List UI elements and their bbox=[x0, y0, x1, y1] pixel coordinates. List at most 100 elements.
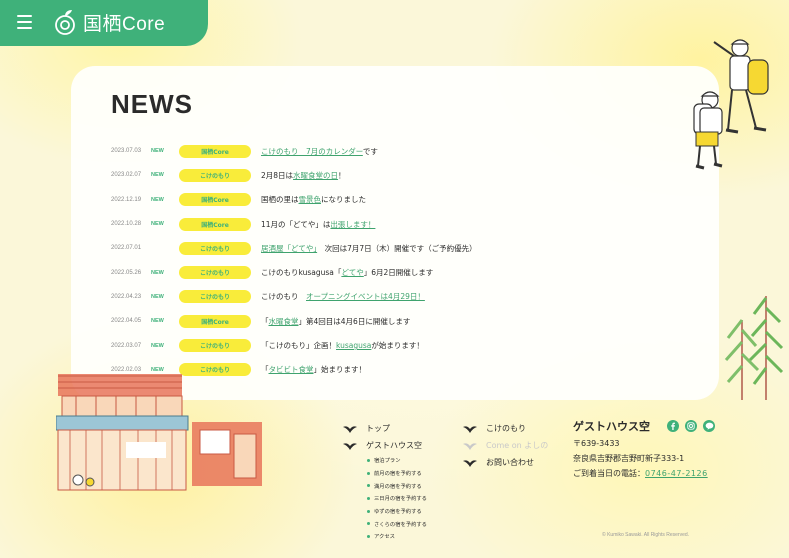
sub-nav-item[interactable]: 宿泊プラン bbox=[367, 454, 427, 467]
news-headline: こけのもり 7月のカレンダーです bbox=[261, 146, 378, 157]
sub-nav-label: 宿泊プラン bbox=[374, 458, 401, 465]
hiking-kids-illustration bbox=[693, 39, 769, 170]
news-headline-post: が始まります！ bbox=[371, 341, 424, 351]
news-headline-link[interactable]: 雪景色 bbox=[299, 195, 322, 204]
news-item[interactable]: 2022.03.07 NEW こけのもり 「こけのもり」企画！kusagusaが始まり… bbox=[111, 333, 671, 357]
sub-nav-item[interactable]: アクセス bbox=[367, 530, 427, 543]
news-headline-post: です bbox=[362, 146, 378, 156]
news-category-tag: こけのもり bbox=[179, 168, 251, 182]
news-headline-post: になりました bbox=[321, 195, 366, 205]
news-headline-link[interactable]: 居酒屋「どてや」 bbox=[261, 244, 317, 253]
news-date: 2023.07.03 bbox=[111, 148, 142, 155]
nav-item-kokenomori[interactable]: こけのもり bbox=[463, 420, 548, 437]
news-category-tag: 国栖Core bbox=[179, 193, 251, 207]
nav-item-top[interactable]: トップ bbox=[343, 420, 427, 437]
news-headline-pre: 11月の「どてや」は bbox=[261, 219, 331, 229]
nav-item-label: トップ bbox=[366, 424, 390, 433]
nav-item-label: Come on よしの bbox=[486, 441, 549, 450]
news-item[interactable]: 2022.07.01 こけのもり 居酒屋「どてや」 次回は7月7日（木）開催です（ご… bbox=[111, 236, 671, 260]
news-headline-link[interactable]: kusagusa bbox=[336, 341, 371, 350]
nav-item-label: ゲストハウス空 bbox=[366, 441, 422, 450]
news-headline-pre: 「 bbox=[261, 316, 269, 326]
site-logo[interactable]: 国栖Core bbox=[53, 8, 165, 36]
news-headline-link[interactable]: 出張します！ bbox=[330, 220, 375, 229]
sub-nav-label: 三日月の宿を予約する bbox=[374, 496, 427, 503]
news-category-tag: 国栖Core bbox=[179, 314, 251, 328]
news-headline: 「タビビト食堂」始まります！ bbox=[261, 364, 366, 375]
news-date: 2022.12.19 bbox=[111, 196, 142, 203]
news-item[interactable]: 2023.07.03 NEW 国栖Core こけのもり 7月のカレンダーです bbox=[111, 139, 671, 163]
header-bar: 国栖Core bbox=[0, 0, 208, 46]
sub-nav-label: ゆずの宿を予約する bbox=[374, 509, 422, 516]
guesthouse-sub-nav: 宿泊プラン前月の宿を予約する 満月の宿を予約する三日月の宿を予約する ゆずの宿を予約… bbox=[367, 454, 427, 543]
sub-nav-label: さくらの宿を予約する bbox=[374, 521, 427, 528]
news-item[interactable]: 2022.04.05 NEW 国栖Core 「水曜食堂」第4回目は4月6日に開催します bbox=[111, 309, 671, 333]
sub-nav-label: 前月の宿を予約する bbox=[374, 471, 422, 478]
news-headline: 2月8日は水曜食堂の日！ bbox=[261, 170, 346, 181]
news-headline-link[interactable]: タビビト食堂 bbox=[269, 365, 314, 374]
bird-icon bbox=[463, 442, 477, 450]
nav-item-come-on-yoshino[interactable]: Come on よしの bbox=[463, 437, 548, 454]
news-date: 2022.07.01 bbox=[111, 245, 142, 252]
phone-link[interactable]: 0746-47-2126 bbox=[645, 469, 708, 478]
news-headline-post: 」6月2日開催します bbox=[363, 268, 434, 278]
guesthouse-phone-line: ご到着当日の電話：0746-47-2126 bbox=[573, 468, 708, 479]
sub-nav-item[interactable]: さくらの宿を予約する bbox=[367, 517, 427, 530]
news-headline: 国栖の里は雪景色になりました bbox=[261, 194, 366, 205]
sub-nav-item[interactable]: 三日月の宿を予約する bbox=[367, 492, 427, 505]
news-item[interactable]: 2022.04.23 NEW こけのもり こけのもり オープニングイベントは4月29日… bbox=[111, 285, 671, 309]
guesthouse-illustration bbox=[56, 374, 262, 491]
news-headline-link[interactable]: 水曜食堂の日 bbox=[293, 171, 338, 180]
news-headline: 「こけのもり」企画！kusagusaが始まります！ bbox=[261, 340, 424, 351]
news-headline-link[interactable]: どてや bbox=[341, 268, 363, 277]
bullet-dot-icon bbox=[367, 484, 370, 488]
news-headline-pre: 2月8日は bbox=[261, 170, 294, 180]
trees-illustration bbox=[724, 296, 784, 400]
news-new-badge: NEW bbox=[151, 148, 164, 155]
nav-item-label: お問い合わせ bbox=[486, 458, 534, 467]
news-headline-pre: こけのもりkusagusa「 bbox=[261, 268, 342, 278]
news-category-tag: こけのもり bbox=[179, 339, 251, 353]
nav-item-contact[interactable]: お問い合わせ bbox=[463, 454, 548, 471]
instagram-icon[interactable] bbox=[685, 420, 697, 432]
news-item[interactable]: 2022.12.19 NEW 国栖Core 国栖の里は雪景色になりました bbox=[111, 188, 671, 212]
news-headline: 「水曜食堂」第4回目は4月6日に開催します bbox=[261, 316, 410, 327]
news-category-tag: 国栖Core bbox=[179, 217, 251, 231]
line-icon[interactable] bbox=[703, 420, 715, 432]
facebook-icon[interactable] bbox=[667, 420, 679, 432]
news-item[interactable]: 2022.05.26 NEW こけのもり こけのもりkusagusa「どてや」6月2日… bbox=[111, 260, 671, 284]
news-headline-link[interactable]: 水曜食堂 bbox=[269, 317, 299, 326]
bullet-dot-icon bbox=[367, 471, 370, 475]
bird-icon bbox=[463, 425, 477, 433]
logo-text: 国栖Core bbox=[83, 13, 166, 35]
news-headline-link[interactable]: こけのもり 7月のカレンダー bbox=[261, 147, 363, 156]
news-date: 2023.02.07 bbox=[111, 172, 142, 179]
news-new-badge: NEW bbox=[151, 221, 164, 228]
nav-item-guesthouse[interactable]: ゲストハウス空 bbox=[343, 437, 427, 454]
sub-nav-item[interactable]: 満月の宿を予約する bbox=[367, 479, 427, 492]
bird-icon bbox=[343, 442, 357, 450]
guesthouse-address: 奈良県吉野郡吉野町新子333-1 bbox=[573, 454, 685, 463]
news-category-tag: こけのもり bbox=[179, 241, 251, 255]
hamburger-menu-icon[interactable] bbox=[17, 15, 32, 29]
news-date: 2022.03.07 bbox=[111, 342, 142, 349]
news-item[interactable]: 2023.02.07 NEW こけのもり 2月8日は水曜食堂の日！ bbox=[111, 163, 671, 187]
sub-nav-item[interactable]: ゆずの宿を予約する bbox=[367, 505, 427, 518]
news-new-badge: NEW bbox=[151, 172, 164, 179]
bullet-dot-icon bbox=[367, 534, 370, 538]
bullet-dot-icon bbox=[367, 509, 370, 513]
news-headline-post: 次回は7月7日（木）開催です（ご予約優先） bbox=[317, 243, 477, 253]
news-date: 2022.05.26 bbox=[111, 269, 142, 276]
news-category-tag: こけのもり bbox=[179, 290, 251, 304]
copyright: © Kumiko Sawaki. All Rights Reserved. bbox=[602, 532, 690, 538]
phone-label: ご到着当日の電話： bbox=[573, 469, 645, 478]
news-item[interactable]: 2022.10.28 NEW 国栖Core 11月の「どてや」は出張します！ bbox=[111, 212, 671, 236]
news-category-tag: こけのもり bbox=[179, 266, 251, 280]
nav-item-label: こけのもり bbox=[486, 424, 526, 433]
news-new-badge: NEW bbox=[151, 318, 164, 325]
news-headline-link[interactable]: オープニングイベントは4月29日！ bbox=[306, 292, 425, 301]
sub-nav-item[interactable]: 前月の宿を予約する bbox=[367, 467, 427, 480]
news-headline: こけのもり オープニングイベントは4月29日！ bbox=[261, 291, 425, 302]
footer-nav-col-2: こけのもり Come on よしの お問い合わせ bbox=[463, 420, 548, 471]
news-category-tag: 国栖Core bbox=[179, 144, 251, 158]
